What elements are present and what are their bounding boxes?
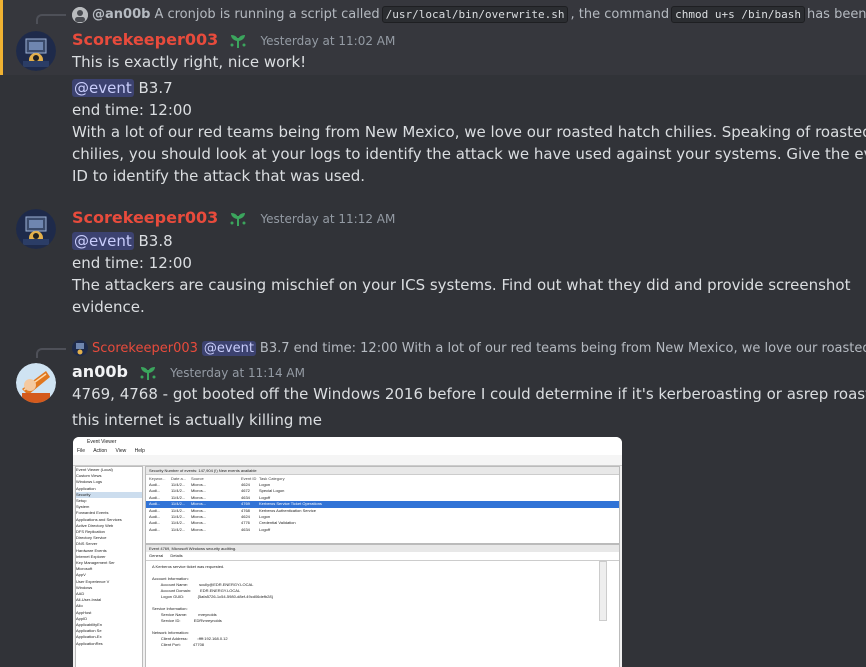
- ev-menu-item: Action: [93, 448, 108, 454]
- timestamp[interactable]: Yesterday at 11:12 AM: [260, 212, 395, 226]
- reply-avatar: [72, 340, 88, 356]
- timestamp[interactable]: Yesterday at 11:02 AM: [260, 34, 395, 48]
- message-header: Scorekeeper003 Yesterday at 11:02 AM: [72, 30, 395, 50]
- reply-preview[interactable]: @an00b A cronjob is running a script cal…: [72, 6, 866, 23]
- ev-titlebar: Event Viewer: [73, 437, 622, 447]
- ev-column: Source: [191, 476, 204, 481]
- reply-text: , the command: [570, 7, 670, 22]
- ev-menubar: File Action View Help: [73, 447, 622, 455]
- ev-event-cell: Micros...: [191, 526, 207, 532]
- ev-columns: Keywor... Date a... Source Event ID Task…: [146, 475, 619, 482]
- ev-detail-header: Event 4769, Microsoft Windows security a…: [146, 545, 619, 552]
- ev-tree: Event Viewer (Local) Custom Views Windows …: [75, 466, 143, 667]
- ev-column: Date a...: [171, 476, 187, 481]
- reply-author[interactable]: @an00b: [92, 7, 150, 22]
- message-text: The attackers are causing mischief on yo…: [72, 276, 851, 294]
- ev-event-list: Security Number of events: 147,904 (!) N…: [145, 466, 620, 544]
- ev-menu-item: Help: [134, 448, 145, 454]
- ev-event-cell: Audi...: [149, 526, 161, 532]
- reply-code: chmod u+s /bin/bash: [671, 6, 805, 23]
- reply-text: has been: [806, 7, 866, 22]
- ev-tab: Details: [170, 553, 183, 558]
- ev-rows: Audi... 11/4/2... Micros... 4624 Logon Audi..…: [146, 482, 619, 533]
- timestamp[interactable]: Yesterday at 11:14 AM: [170, 366, 305, 380]
- avatar[interactable]: [16, 209, 56, 249]
- ev-event-cell: Logoff: [259, 526, 271, 532]
- reply-author[interactable]: Scorekeeper003: [92, 341, 198, 356]
- reply-connector: [36, 348, 66, 358]
- message-text: ID to identify the attack that was used.: [72, 167, 366, 185]
- avatar[interactable]: [16, 31, 56, 71]
- leaf-badge-icon: [137, 364, 159, 382]
- event-line: @event B3.7: [72, 77, 173, 99]
- event-line: @event B3.8: [72, 230, 173, 252]
- ev-menu-item: File: [77, 448, 86, 454]
- ev-column: Event ID: [241, 476, 257, 481]
- reply-text: A cronjob is running a script called: [154, 7, 380, 22]
- ev-window-title: Event Viewer: [87, 439, 117, 445]
- ev-event-cell: 11/4/2...: [171, 526, 186, 532]
- message-text: With a lot of our red teams being from N…: [72, 123, 866, 141]
- ev-tree-item: ApplicationRes: [76, 640, 103, 646]
- end-time: end time: 12:00: [72, 101, 192, 119]
- ev-detail-body: A Kerberos service ticket was requested.…: [152, 564, 602, 648]
- event-mention[interactable]: @event: [72, 232, 134, 250]
- event-code: B3.8: [138, 232, 173, 250]
- ev-column: Keywor...: [149, 476, 166, 481]
- leaf-badge-icon: [227, 210, 249, 228]
- reply-mention[interactable]: @event: [201, 340, 256, 356]
- avatar[interactable]: [16, 363, 56, 403]
- event-code: B3.7: [138, 79, 173, 97]
- reply-connector: [36, 14, 66, 24]
- message-text: 4769, 4768 - got booted off the Windows …: [72, 385, 866, 403]
- message-header: Scorekeeper003 Yesterday at 11:12 AM: [72, 208, 395, 228]
- ev-event-detail: Event 4769, Microsoft Windows security a…: [145, 544, 620, 667]
- event-mention[interactable]: @event: [72, 79, 134, 97]
- author-name[interactable]: Scorekeeper003: [72, 208, 218, 227]
- author-name[interactable]: an00b: [72, 362, 128, 381]
- end-time: end time: 12:00: [72, 254, 192, 272]
- reply-avatar: [72, 6, 88, 23]
- ev-event-cell: 4634: [241, 526, 250, 532]
- image-attachment[interactable]: Event Viewer File Action View Help Event…: [73, 437, 622, 667]
- ev-column: Task Category: [259, 476, 285, 481]
- ev-scrollbar: [599, 561, 607, 621]
- message-text: chilies, you should look at your logs to…: [72, 145, 866, 163]
- ev-event-row: Audi... 11/4/2... Micros... 4634 Logoff: [146, 527, 619, 533]
- message-text: evidence.: [72, 298, 145, 316]
- message-header: an00b Yesterday at 11:14 AM: [72, 362, 305, 382]
- reply-text: B3.7 end time: 12:00 With a lot of our r…: [259, 340, 866, 356]
- message-text: This is exactly right, nice work!: [72, 53, 307, 71]
- ev-toolbar: [73, 455, 622, 466]
- reply-preview[interactable]: Scorekeeper003 @event B3.7 end time: 12:…: [72, 340, 866, 356]
- ev-pane-header: Security Number of events: 147,904 (!) N…: [146, 467, 619, 475]
- reply-code: /usr/local/bin/overwrite.sh: [381, 6, 569, 23]
- leaf-badge-icon: [227, 32, 249, 50]
- ev-detail-tabs: General Details: [146, 552, 619, 561]
- ev-menu-item: View: [115, 448, 127, 454]
- message-text: this internet is actually killing me: [72, 411, 322, 429]
- ev-tab: General: [149, 553, 164, 558]
- author-name[interactable]: Scorekeeper003: [72, 30, 218, 49]
- ev-detail-line: Client Port: 47708: [152, 642, 205, 647]
